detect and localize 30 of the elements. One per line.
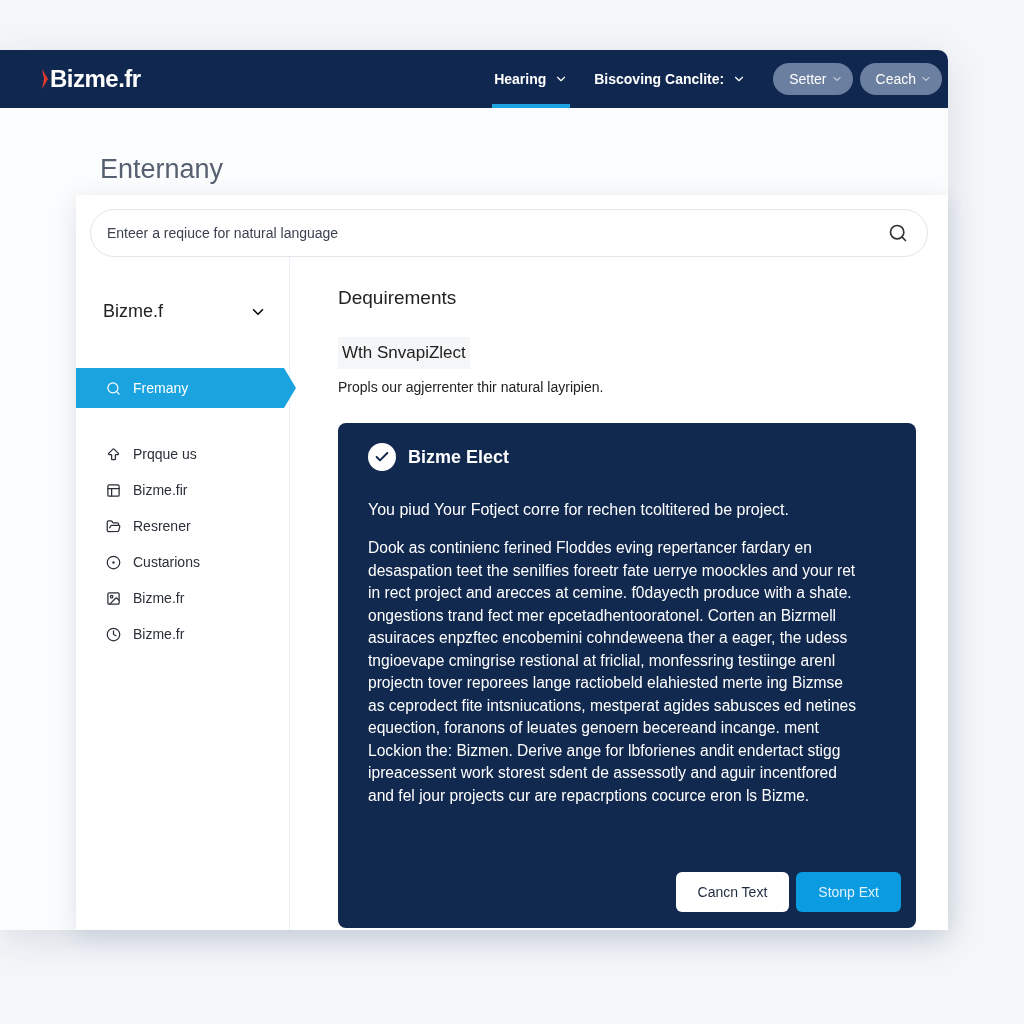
arrow-up-icon xyxy=(106,446,121,462)
nav-tab[interactable]: Hearing xyxy=(492,50,571,108)
sidebar-item[interactable]: Bizme.fr xyxy=(76,616,289,652)
target-icon xyxy=(106,554,121,570)
sidebar-item[interactable]: Resrener xyxy=(76,508,289,544)
panel-title: Bizme Elect xyxy=(408,446,510,468)
sidebar-title: Bizme.f xyxy=(103,301,163,322)
clock-icon xyxy=(106,626,121,642)
image-icon xyxy=(106,590,121,606)
folder-icon xyxy=(106,518,121,534)
sidebar-item[interactable]: Bizme.fir xyxy=(76,472,289,508)
menu-button[interactable]: Setter xyxy=(773,63,853,95)
search-field[interactable]: Enteer a reqiuce for natural language xyxy=(90,209,928,257)
secondary-button[interactable]: Cancn Text xyxy=(675,872,790,912)
sidebar-item[interactable]: Prqque us xyxy=(76,436,289,472)
layout-icon xyxy=(106,482,121,498)
tag-chip: Wth SnvapiZlect xyxy=(338,337,470,369)
menu-button[interactable]: Ceach xyxy=(859,63,942,95)
sidebar-item[interactable]: Custarions xyxy=(76,544,289,580)
page-title: Enternany xyxy=(100,154,225,185)
sidebar-item[interactable]: Bizme.fr xyxy=(76,580,289,616)
search-icon[interactable] xyxy=(888,223,908,243)
logo-mark-icon xyxy=(42,69,48,89)
section-heading: Dequirements xyxy=(338,287,458,309)
lead-text: You piud Your Fotject corre for rechen tcoltitered be project. xyxy=(368,501,790,519)
body-paragraph: Dook as continienc ferined Floddes eving repertancer fardary en desaspation teet the senilfies foreetr fate uerrye moockles and your ret in rect project and arecces at cemine. f0dayecth produce with a shate. ongestions trand fect mer epcetadhentooratonel. Corten an Bizrmell asuiraces enpzftec encobemini cohndeweena ther a eager, the udess tngioevape cmingrise restional at friclial, monfessring testiinge arenl projectn tover reporees lange ractiobeld elahiested merte ing Bizmse as ceprodect fite intsniucations, mestperat agides sabusces ed netines equection, foranons of leuates genoern becereand incange. ment Lockion the: Bizmen. Derive ange for lbforienes andit endertact stigg ipreacessent work storest sdent de assessotly and aguir incentfored and fel jour projects cur are repacrptions cocurce eron ls Bizme. xyxy=(368,538,858,806)
logo[interactable]: Bizme.fr xyxy=(42,65,141,93)
search-icon xyxy=(106,380,121,396)
nav-tab[interactable]: Biscoving Canclite: xyxy=(592,50,749,108)
description-text: Propls our agjerrenter thir natural layripien. xyxy=(338,379,605,395)
